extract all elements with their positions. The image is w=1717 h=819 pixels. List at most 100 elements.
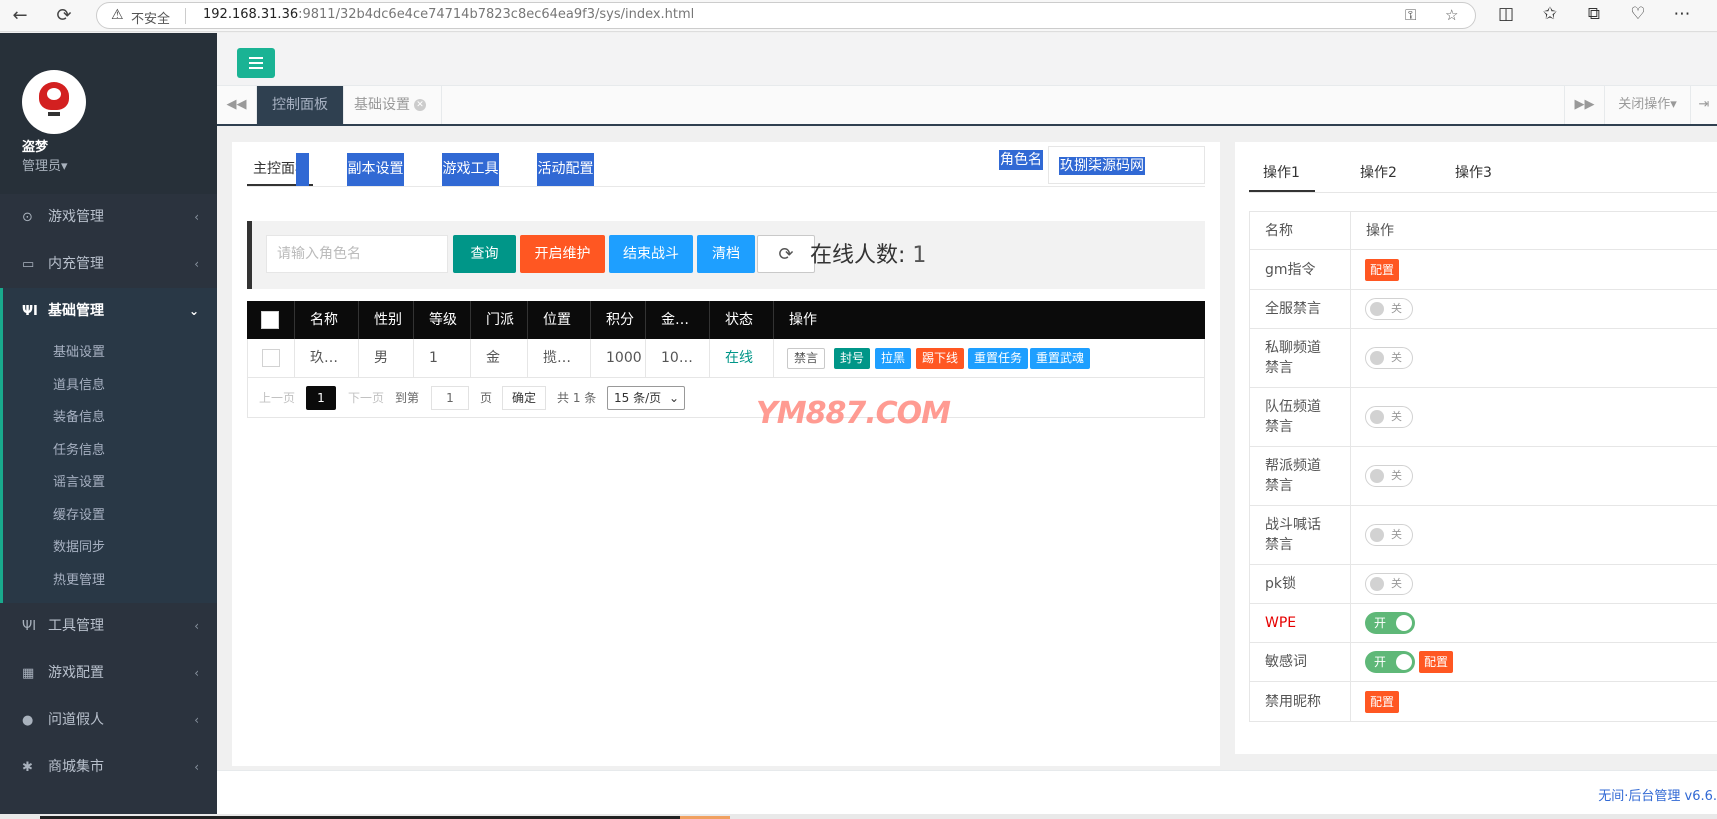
operations-table: 名称 操作 gm指令 配置 全服禁言 关 私聊频道 禁言 关 队伍频道 禁言 关… — [1249, 211, 1717, 722]
health-icon[interactable]: ♡ — [1626, 4, 1650, 24]
column-header[interactable]: 位置 — [528, 301, 591, 339]
tab-basic-settings[interactable]: 基础设置 ✕ — [339, 86, 442, 124]
ban-button[interactable]: 封号 — [834, 348, 871, 369]
menu-toggle-button[interactable] — [237, 48, 275, 78]
tab-operation-2[interactable]: 操作2 — [1360, 154, 1397, 192]
page-unit-label: 页 — [480, 391, 493, 405]
cell-name: 玖… — [295, 339, 359, 377]
toggle-switch[interactable]: 开 — [1365, 612, 1415, 634]
goto-confirm-button[interactable]: 确定 — [502, 386, 546, 410]
reset-tasks-button[interactable]: 重置任务 — [968, 348, 1029, 369]
row-name: 帮派频道 禁言 — [1250, 447, 1351, 505]
sidebar-item-recharge[interactable]: ▭ 内充管理 ‹ — [0, 241, 217, 288]
more-icon[interactable]: ⋯ — [1670, 4, 1694, 24]
toggle-switch[interactable]: 关 — [1365, 298, 1413, 320]
page-size-select[interactable]: 15 条/页 ⌄ — [607, 386, 685, 410]
submenu-item[interactable]: 数据同步 — [3, 532, 217, 565]
back-arrow-icon[interactable]: ← — [8, 4, 32, 28]
tab-game-tools[interactable]: 游戏工具 — [442, 153, 499, 186]
blacklist-button[interactable]: 拉黑 — [875, 348, 912, 369]
config-button[interactable]: 配置 — [1365, 690, 1400, 713]
current-page[interactable]: 1 — [306, 386, 336, 410]
prev-page-button[interactable]: 上一页 — [259, 386, 295, 410]
sidebar-item-game-config[interactable]: ▦ 游戏配置 ‹ — [0, 650, 217, 697]
total-count: 共 1 条 — [557, 391, 597, 405]
column-header[interactable]: 门派 — [471, 301, 528, 339]
next-page-button[interactable]: 下一页 — [348, 386, 384, 410]
avatar[interactable] — [22, 70, 86, 134]
sidebar-item-basic-manage[interactable]: ΨΙ 基础管理 ⌄ — [0, 288, 217, 335]
tab-operation-3[interactable]: 操作3 — [1455, 154, 1492, 192]
pagination: 上一页 1 下一页 到第 1 页 确定 共 1 条 15 条/页 ⌄ — [247, 378, 1205, 418]
end-battle-button[interactable]: 结束战斗 — [609, 235, 693, 273]
sidebar-item-bots[interactable]: ● 问道假人 ‹ — [0, 697, 217, 744]
toggle-switch[interactable]: 关 — [1365, 406, 1413, 428]
column-header[interactable]: 金… — [646, 301, 710, 339]
toggle-switch[interactable]: 开 — [1365, 651, 1415, 673]
kick-button[interactable]: 踢下线 — [916, 348, 965, 369]
favorites-icon[interactable]: ✩ — [1538, 4, 1562, 24]
role-name-input[interactable]: 玖捌柒源码网 — [1048, 146, 1205, 184]
tab-event-config[interactable]: 活动配置 — [537, 153, 594, 186]
toggle-switch[interactable]: 关 — [1365, 347, 1413, 369]
tabs-scroll-left-icon[interactable]: ◀◀ — [217, 86, 257, 124]
submenu-item[interactable]: 装备信息 — [3, 402, 217, 435]
column-header[interactable]: 操作 — [774, 301, 1205, 339]
toggle-switch[interactable]: 关 — [1365, 465, 1413, 487]
chevron-left-icon: ‹ — [194, 760, 199, 774]
key-icon[interactable]: ⚿ — [1405, 6, 1416, 24]
sidebar-item-tools[interactable]: ΨΙ 工具管理 ‹ — [0, 603, 217, 650]
column-header[interactable]: 等级 — [414, 301, 471, 339]
submenu-item[interactable]: 基础设置 — [3, 337, 217, 370]
tab-control-panel[interactable]: 控制面板 — [257, 86, 344, 124]
cell-gold: 10… — [646, 339, 710, 377]
refresh-icon[interactable]: ⟳ — [757, 235, 815, 273]
table-row: pk锁 关 — [1249, 565, 1717, 604]
tab-operation-1[interactable]: 操作1 — [1249, 154, 1315, 192]
select-all-checkbox[interactable] — [247, 301, 295, 339]
close-icon[interactable]: ✕ — [414, 99, 426, 111]
query-button[interactable]: 查询 — [453, 235, 516, 273]
config-button[interactable]: 配置 — [1419, 651, 1454, 673]
table-row: 玖… 男 1 金 揽… 1000 10… 在线 禁言 封号 拉黑 踢下线 重置任… — [247, 339, 1205, 378]
config-button[interactable]: 配置 — [1365, 258, 1400, 281]
security-label: 不安全 — [131, 12, 171, 27]
close-operations-dropdown[interactable]: 关闭操作▾ — [1604, 86, 1690, 124]
sidebar-item-game-manage[interactable]: ⊙ 游戏管理 ‹ — [0, 194, 217, 241]
split-screen-icon[interactable]: ◫ — [1494, 4, 1518, 24]
switch-label: 关 — [1391, 410, 1402, 423]
cell-actions: 禁言 封号 拉黑 踢下线 重置任务 重置武魂 — [774, 339, 1204, 377]
clear-save-button[interactable]: 清档 — [697, 235, 755, 273]
collections-icon[interactable]: ⧉ — [1582, 4, 1606, 24]
mute-button[interactable]: 禁言 — [787, 348, 826, 369]
profile-role-dropdown[interactable]: 管理员▾ — [22, 155, 68, 174]
column-header[interactable]: 状态 — [710, 301, 774, 339]
row-checkbox[interactable] — [248, 339, 295, 377]
exit-button[interactable]: ⇥ 退 — [1690, 86, 1717, 124]
column-header[interactable]: 名称 — [295, 301, 359, 339]
toggle-switch[interactable]: 关 — [1365, 573, 1413, 595]
toggle-switch[interactable]: 关 — [1365, 524, 1413, 546]
address-bar[interactable]: ⚠ 不安全 192.168.31.36:9811/32b4dc6e4ce7471… — [96, 2, 1476, 29]
start-maintenance-button[interactable]: 开启维护 — [520, 235, 605, 273]
submenu-item[interactable]: 道具信息 — [3, 370, 217, 403]
table-row: WPE 开 — [1249, 604, 1717, 643]
goto-page-input[interactable]: 1 — [431, 386, 469, 410]
column-header[interactable]: 积分 — [591, 301, 646, 339]
sidebar-item-mall[interactable]: ✱ 商城集市 ‹ — [0, 744, 217, 791]
submenu-item[interactable]: 缓存设置 — [3, 500, 217, 533]
row-name: WPE — [1250, 604, 1351, 642]
role-search-input[interactable] — [266, 235, 448, 273]
reload-icon[interactable]: ⟳ — [52, 4, 76, 28]
url-host: 192.168.31.36 — [203, 7, 299, 22]
favorite-star-icon[interactable]: ☆ — [1445, 6, 1458, 24]
submenu-item[interactable]: 谣言设置 — [3, 467, 217, 500]
reset-soul-button[interactable]: 重置武魂 — [1030, 348, 1091, 369]
submenu-item[interactable]: 热更管理 — [3, 565, 217, 598]
table-row: 禁用昵称 配置 — [1249, 682, 1717, 722]
tabs-scroll-right-icon[interactable]: ▶▶ — [1564, 86, 1604, 124]
submenu-item[interactable]: 任务信息 — [3, 435, 217, 468]
column-header[interactable]: 性别 — [359, 301, 414, 339]
tab-dungeon-settings[interactable]: 副本设置 — [347, 153, 404, 186]
cell-position: 揽… — [528, 339, 591, 377]
